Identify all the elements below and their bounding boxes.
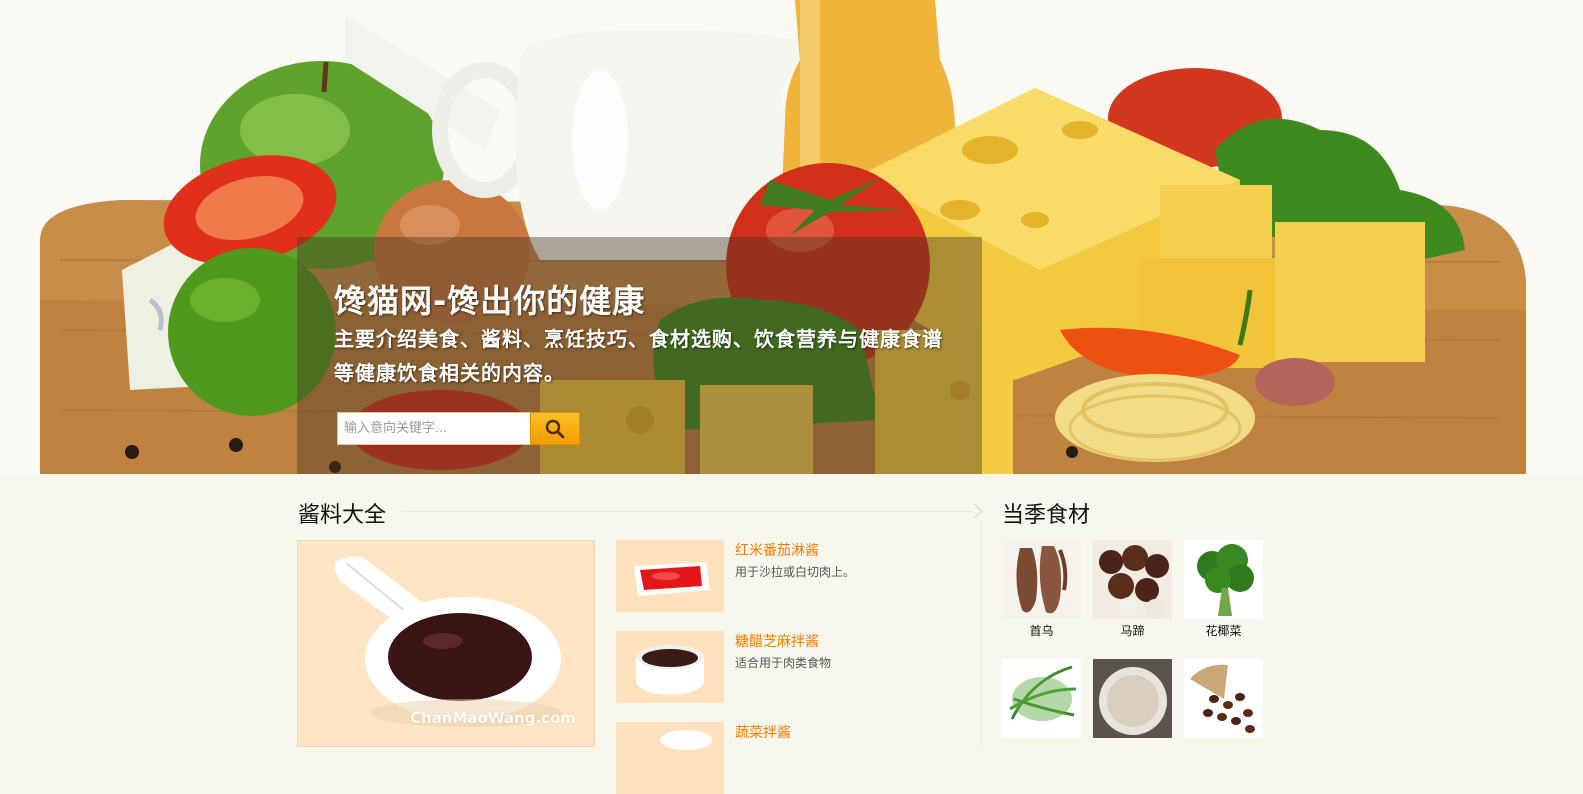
season-item[interactable]: 马蹄 — [1093, 540, 1172, 639]
sauce-item[interactable]: 糖醋芝麻拌酱 适合用于肉类食物 — [616, 631, 966, 703]
sauce-name[interactable]: 红米番茄淋酱 — [735, 540, 819, 560]
sauce-thumbnail — [616, 631, 724, 703]
column-divider — [981, 520, 982, 747]
sesame-sauce-photo — [616, 631, 724, 703]
ingredient-name[interactable]: 首乌 — [1002, 622, 1081, 639]
heshouwu-photo — [1002, 540, 1081, 619]
sauce-description: 适合用于肉类食物 — [735, 656, 832, 670]
water-chestnut-photo — [1093, 540, 1172, 619]
search-input[interactable] — [337, 412, 530, 445]
tomato-sauce-photo — [616, 540, 724, 612]
ingredient-thumbnail — [1002, 540, 1081, 619]
season-item[interactable] — [1093, 659, 1172, 741]
season-item[interactable] — [1002, 659, 1081, 741]
sauce-name[interactable]: 糖醋芝麻拌酱 — [735, 631, 819, 651]
hero-banner: 馋猫网-馋出你的健康 主要介绍美食、酱料、烹饪技巧、食材选购、饮食营养与健康食谱… — [0, 0, 1583, 474]
sauce-name[interactable]: 蔬菜拌酱 — [735, 722, 791, 742]
season-item[interactable] — [1184, 659, 1263, 741]
sauce-description: 用于沙拉或白切肉上。 — [735, 565, 856, 579]
ingredient-thumbnail — [1002, 659, 1081, 738]
section-divider-line — [402, 511, 972, 512]
vegetable-sauce-photo — [616, 722, 724, 794]
ingredient-thumbnail — [1093, 659, 1172, 738]
featured-sauce-image[interactable]: ChanMaoWang.com — [297, 540, 595, 747]
sauce-item[interactable]: 红米番茄淋酱 用于沙拉或白切肉上。 — [616, 540, 966, 612]
broccoli-photo — [1184, 540, 1263, 619]
grain-bowl-photo — [1093, 659, 1172, 738]
coffee-beans-photo — [1184, 659, 1263, 738]
search-box — [337, 412, 580, 445]
search-icon — [545, 419, 565, 438]
season-section-title: 当季食材 — [1002, 503, 1091, 528]
chevron-right-icon — [973, 503, 984, 519]
ingredient-thumbnail — [1093, 540, 1172, 619]
ingredient-thumbnail — [1184, 659, 1263, 738]
ingredient-thumbnail — [1184, 540, 1263, 619]
search-button[interactable] — [530, 412, 580, 445]
sauce-item[interactable]: 蔬菜拌酱 — [616, 722, 966, 794]
site-title: 馋猫网-馋出你的健康 — [334, 282, 646, 320]
season-item[interactable]: 花椰菜 — [1184, 540, 1263, 639]
ingredient-name[interactable]: 马蹄 — [1093, 622, 1172, 639]
site-description: 主要介绍美食、酱料、烹饪技巧、食材选购、饮食营养与健康食谱等健康饮食相关的内容。 — [334, 327, 943, 385]
season-item[interactable]: 首乌 — [1002, 540, 1081, 639]
sauce-thumbnail — [616, 540, 724, 612]
sauce-section-title: 酱料大全 — [298, 503, 387, 528]
watermark: ChanMaoWang.com — [410, 709, 576, 727]
ingredient-name[interactable]: 花椰菜 — [1184, 622, 1263, 639]
dill-photo — [1002, 659, 1081, 738]
sauce-thumbnail — [616, 722, 724, 794]
